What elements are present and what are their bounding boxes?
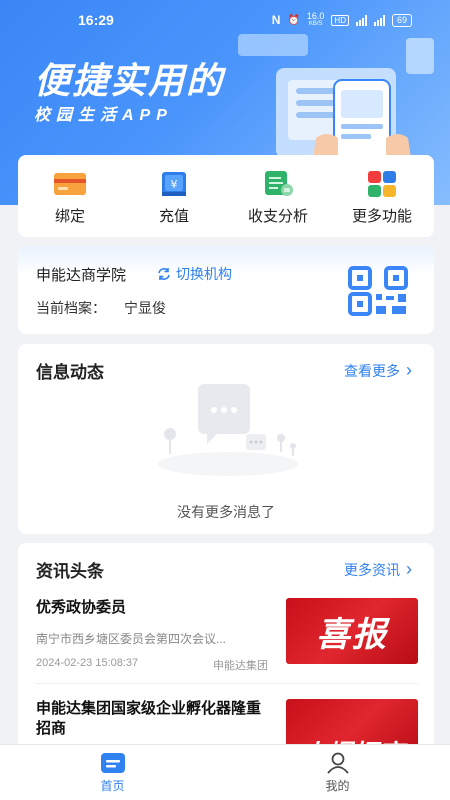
svg-text:¥: ¥: [171, 178, 178, 191]
card-icon: [54, 172, 86, 195]
signal-icon: [355, 14, 367, 26]
status-time: 16:29: [78, 12, 114, 28]
divider: [36, 683, 418, 684]
quick-action-label: 绑定: [54, 207, 85, 225]
tab-label: 我的: [325, 778, 350, 793]
news-summary: 南宁市西乡塘区委员会第四次会议...: [36, 632, 227, 646]
net-speed: 16.0 KB/S: [307, 12, 325, 28]
news-thumb-text: 喜报: [316, 614, 388, 655]
quick-action-bind[interactable]: 绑定: [20, 171, 120, 226]
chevron-right-icon: ›: [406, 360, 412, 380]
quick-actions-card: 绑定 ¥ 充值 收支分析 更多功能: [18, 155, 434, 237]
hero-title: 便捷实用的: [34, 60, 225, 101]
alarm-icon: ⏰: [287, 14, 300, 26]
net-speed-unit: KB/S: [308, 21, 323, 27]
switch-organization-label: 切换机构: [176, 266, 232, 282]
tab-mine[interactable]: 我的: [225, 745, 450, 800]
empty-state-text: 没有更多消息了: [177, 504, 275, 520]
section-title: 资讯头条: [36, 557, 104, 584]
profile-value: 宁显俊: [124, 300, 166, 316]
status-icons: N ⏰ 16.0 KB/S HD 69: [272, 12, 412, 28]
info-feed-card: 信息动态 查看更多 › 没有更多消息了: [18, 344, 434, 534]
bottom-tab-bar: 首页 我的: [0, 744, 450, 800]
yen-book-icon: ¥: [162, 171, 186, 196]
news-source: 申能达集团: [213, 660, 268, 672]
view-more-label: 查看更多: [344, 362, 400, 379]
grid-apps-icon: [368, 170, 396, 197]
signal-icon-2: [373, 14, 385, 26]
nfc-icon: N: [271, 13, 281, 27]
tab-home[interactable]: 首页: [0, 745, 225, 800]
news-meta: 2024-02-23 15:08:37 申能达集团: [36, 657, 268, 673]
quick-action-analysis[interactable]: 收支分析: [228, 170, 328, 226]
chevron-right-icon: ›: [406, 559, 412, 579]
more-news-link[interactable]: 更多资讯 ›: [344, 559, 412, 580]
battery-icon: 69: [391, 13, 412, 27]
hero-subtitle: 校园生活APP: [34, 107, 173, 124]
tab-label: 首页: [100, 778, 125, 793]
quick-action-label: 收支分析: [247, 207, 308, 225]
news-title: 优秀政协委员: [36, 599, 127, 616]
empty-message-illustration: [158, 384, 298, 476]
news-thumbnail: 喜报: [286, 598, 418, 664]
statement-icon: [265, 170, 293, 196]
quick-action-recharge[interactable]: ¥ 充值: [124, 171, 224, 226]
view-more-link[interactable]: 查看更多 ›: [344, 360, 412, 381]
organization-card: 申能达商学院 切换机构 当前档案： 宁显俊: [18, 246, 434, 334]
quick-action-more[interactable]: 更多功能: [332, 170, 432, 226]
news-time: 2024-02-23 15:08:37: [36, 657, 139, 669]
hd-icon: HD: [331, 14, 349, 26]
news-card: 资讯头条 更多资讯 › 优秀政协委员 南宁市西乡塘区委员会第四次会议... 20…: [18, 543, 434, 753]
organization-name: 申能达商学院: [36, 267, 127, 284]
section-title: 信息动态: [36, 358, 104, 385]
news-title: 申能达集团国家级企业孵化器隆重招商: [36, 700, 262, 737]
switch-organization-button[interactable]: 切换机构: [156, 264, 232, 284]
user-icon: [326, 752, 349, 774]
net-speed-value: 16.0: [306, 11, 325, 21]
profile-label: 当前档案：: [36, 300, 106, 316]
quick-action-label: 更多功能: [351, 207, 412, 225]
refresh-icon: [158, 268, 170, 280]
home-icon: [100, 752, 125, 773]
qr-code-icon[interactable]: [348, 266, 408, 316]
quick-action-label: 充值: [158, 207, 189, 225]
news-item[interactable]: 优秀政协委员 南宁市西乡塘区委员会第四次会议... 2024-02-23 15:…: [36, 598, 418, 673]
more-news-label: 更多资讯: [344, 561, 400, 578]
